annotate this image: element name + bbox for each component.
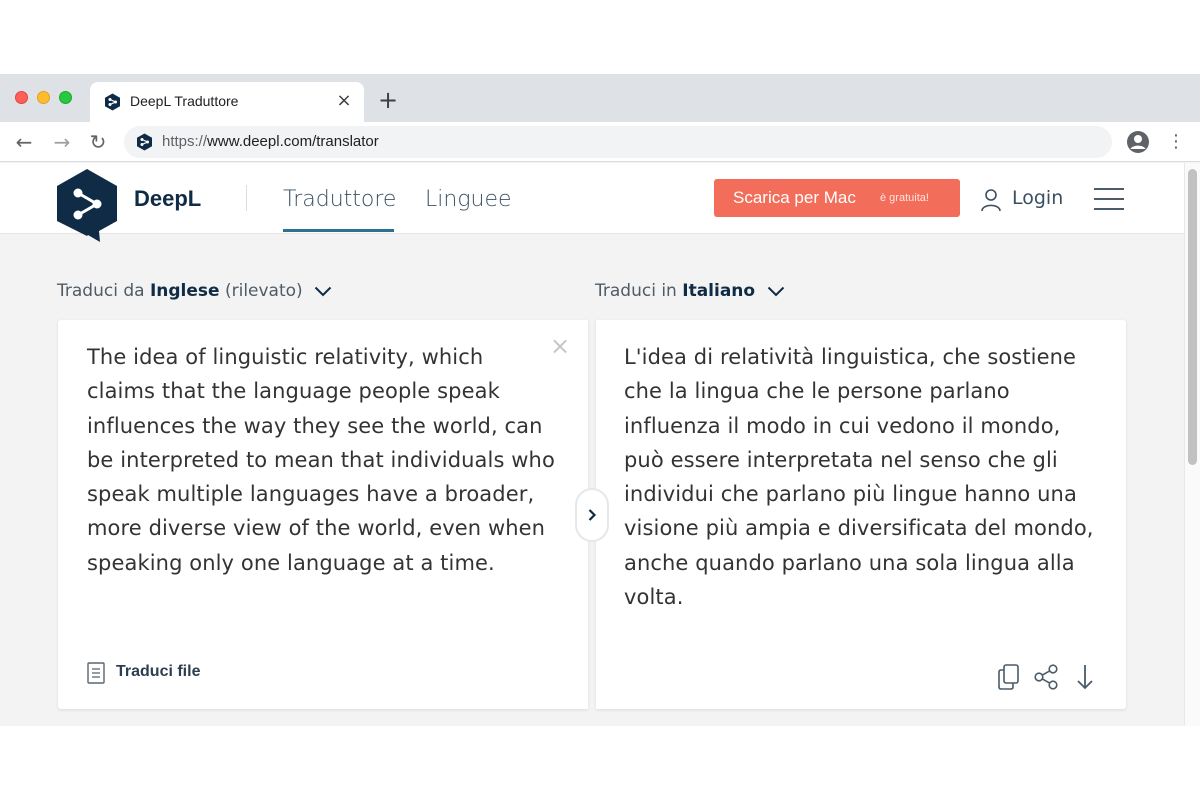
nav-linguee[interactable]: Linguee: [425, 187, 512, 212]
window-close-button[interactable]: [15, 91, 28, 104]
source-textarea[interactable]: The idea of linguistic relativity, which…: [87, 340, 557, 580]
url-host-path: www.deepl.com/translator: [207, 133, 379, 150]
browser-menu-icon[interactable]: ⋮: [1166, 130, 1186, 154]
browser-window: DeepL Traduttore × + ← → ↻ https://www.d…: [0, 74, 1200, 726]
deepl-logo-icon[interactable]: [56, 169, 118, 243]
tab-close-icon[interactable]: ×: [334, 90, 354, 112]
chevron-down-icon: [767, 286, 784, 296]
source-prefix: Traduci da: [57, 281, 145, 301]
browser-toolbar: ← → ↻ https://www.deepl.com/translator ⋮: [0, 122, 1200, 162]
target-prefix: Traduci in: [595, 281, 677, 301]
target-language: Italiano: [682, 281, 756, 301]
source-language: Inglese: [149, 281, 220, 301]
site-header: DeepL Traduttore Linguee Scarica per Mac…: [0, 163, 1184, 242]
url-text: https://www.deepl.com/translator: [162, 133, 379, 150]
reload-button[interactable]: ↻: [86, 130, 110, 154]
profile-icon[interactable]: [1126, 130, 1150, 154]
deepl-favicon-icon: [105, 93, 120, 111]
copy-icon[interactable]: [996, 662, 1024, 692]
source-language-selector[interactable]: Traduci da Inglese (rilevato): [57, 281, 332, 301]
nav-translator[interactable]: Traduttore: [283, 187, 396, 212]
download-mac-label: Scarica per Mac: [733, 188, 856, 207]
target-text[interactable]: L'idea di relatività linguistica, che so…: [624, 340, 1104, 614]
browser-tab[interactable]: DeepL Traduttore ×: [90, 82, 364, 122]
translate-file-label: Traduci file: [116, 663, 201, 680]
brand-name[interactable]: DeepL: [134, 186, 201, 212]
new-tab-button[interactable]: +: [378, 88, 398, 112]
page-content: DeepL Traduttore Linguee Scarica per Mac…: [0, 163, 1184, 726]
document-icon: [87, 662, 105, 684]
url-scheme: https://: [162, 133, 208, 150]
window-zoom-button[interactable]: [59, 91, 72, 104]
tab-strip: DeepL Traduttore × +: [0, 74, 1200, 122]
scrollbar-thumb[interactable]: [1188, 169, 1197, 465]
tab-title: DeepL Traduttore: [130, 93, 239, 109]
target-language-selector[interactable]: Traduci in Italiano: [595, 281, 785, 301]
source-panel: The idea of linguistic relativity, which…: [58, 320, 588, 709]
swap-languages-button[interactable]: [575, 488, 609, 542]
close-icon[interactable]: ×: [548, 334, 572, 358]
window-minimize-button[interactable]: [37, 91, 50, 104]
download-free-note: è gratuita!: [880, 192, 929, 204]
header-divider: [246, 185, 247, 211]
chevron-down-icon: [314, 286, 332, 296]
download-mac-button[interactable]: Scarica per Mac è gratuita!: [714, 179, 960, 217]
hamburger-icon[interactable]: [1094, 188, 1126, 212]
share-icon[interactable]: [1033, 662, 1061, 692]
chevron-right-icon: [588, 509, 597, 521]
download-arrow-icon[interactable]: [1071, 662, 1099, 692]
back-button[interactable]: ←: [12, 130, 36, 154]
address-bar[interactable]: https://www.deepl.com/translator: [124, 126, 1112, 158]
deepl-favicon-icon: [137, 133, 152, 151]
forward-button[interactable]: →: [50, 130, 74, 154]
target-panel: L'idea di relatività linguistica, che so…: [596, 320, 1126, 709]
user-icon: [981, 189, 1001, 212]
page-scrollbar[interactable]: [1184, 163, 1200, 726]
active-nav-underline: [283, 229, 394, 232]
target-actions: [996, 662, 1106, 692]
login-label: Login: [1012, 187, 1064, 209]
source-detected: (rilevato): [224, 281, 303, 301]
